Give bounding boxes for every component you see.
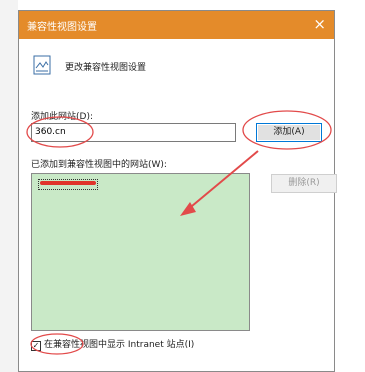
settings-page-icon — [33, 55, 51, 79]
added-sites-list[interactable] — [31, 173, 250, 331]
compatibility-view-dialog: 兼容性视图设置 × 更改兼容性视图设置 添加此网站(D): 360.cn 添加(… — [18, 10, 337, 372]
dialog-title: 兼容性视图设置 — [27, 22, 97, 33]
header-text: 更改兼容性视图设置 — [65, 63, 147, 73]
background-window-right — [335, 0, 365, 372]
add-site-label: 添加此网站(D): — [31, 112, 93, 122]
add-button[interactable]: 添加(A) — [256, 123, 322, 142]
intranet-checkbox-row[interactable]: ✓ 在兼容性视图中显示 Intranet 站点(I) — [31, 337, 194, 351]
close-icon[interactable]: × — [313, 15, 326, 33]
intranet-checkbox-label: 在兼容性视图中显示 Intranet 站点(I) — [44, 340, 195, 350]
dialog-titlebar: 兼容性视图设置 × — [19, 11, 334, 39]
added-sites-label: 已添加到兼容性视图中的网站(W): — [31, 160, 167, 170]
background-window-edge — [0, 0, 18, 372]
site-input[interactable]: 360.cn — [31, 123, 236, 142]
remove-button[interactable]: 删除(R) — [271, 174, 337, 193]
intranet-checkbox[interactable]: ✓ — [31, 341, 41, 351]
redaction-mark — [40, 181, 96, 185]
